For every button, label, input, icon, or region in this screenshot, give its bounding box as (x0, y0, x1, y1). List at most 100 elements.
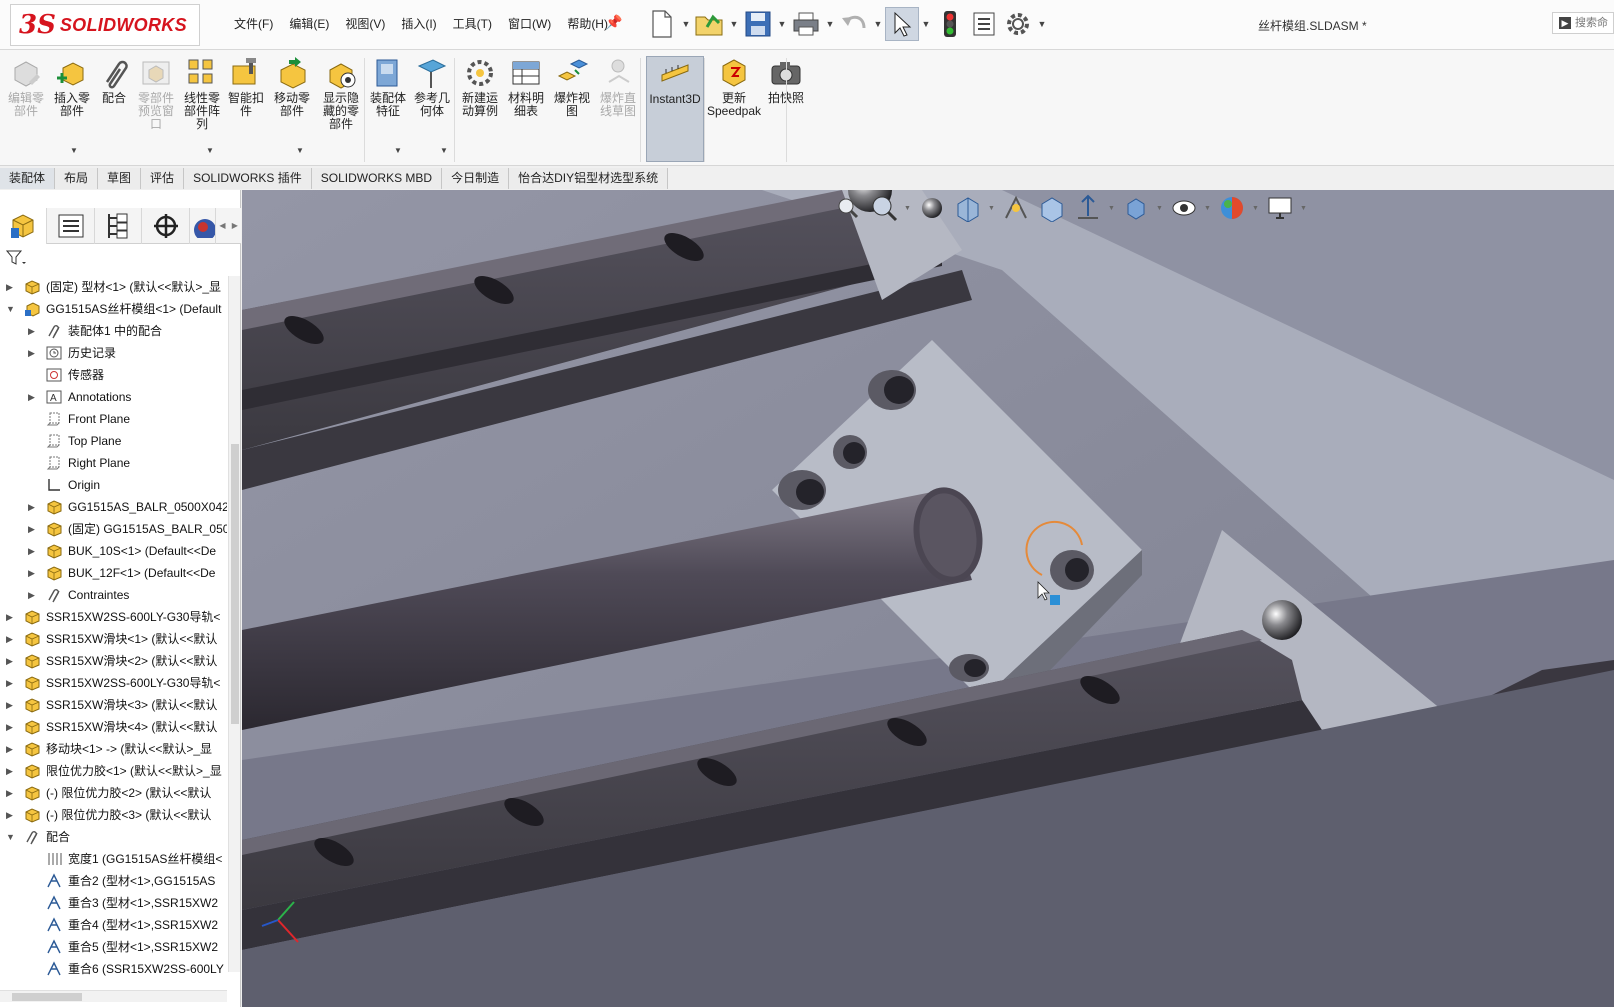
expand-arrow-icon[interactable]: ▶ (6, 760, 16, 782)
tree-node[interactable]: ▶ A Annotations (0, 386, 227, 408)
ribbon-button-edit-component[interactable]: 编辑零 部件 (4, 56, 48, 162)
display-manager-tab[interactable] (190, 208, 217, 244)
dynamic-annotation-icon[interactable] (1000, 192, 1032, 224)
expand-arrow-icon[interactable]: ▶ (6, 628, 16, 650)
tree-node[interactable]: ▶ SSR15XW滑块<4> (默认<<默认 (0, 716, 227, 738)
ribbon-dropdown-arrow[interactable]: ▼ (70, 146, 78, 155)
tree-node[interactable]: ▶ SSR15XW滑块<2> (默认<<默认 (0, 650, 227, 672)
tree-node[interactable]: ▶ 历史记录 (0, 342, 227, 364)
tree-node[interactable]: ▶ BUK_10S<1> (Default<<De (0, 540, 227, 562)
tree-node[interactable]: ▶ (固定) GG1515AS_BALR_050 (0, 518, 227, 540)
tree-node[interactable]: ▼ 配合 (0, 826, 227, 848)
ribbon-button-instant3d[interactable]: Instant3D (646, 56, 704, 162)
ribbon-button-linear-pattern[interactable]: 线性零 部件阵 列 (180, 56, 224, 162)
tree-node[interactable]: Origin (0, 474, 227, 496)
open-icon[interactable] (693, 7, 727, 41)
tree-node[interactable]: 重合4 (型材<1>,SSR15XW2 (0, 914, 227, 936)
expand-arrow-icon[interactable]: ▶ (6, 672, 16, 694)
rebuild-traffic-light-icon[interactable] (933, 7, 967, 41)
zoom-area-icon[interactable] (868, 192, 900, 224)
ribbon-button-exploded-view[interactable]: 爆炸视 图 (552, 56, 592, 162)
ribbon-button-show-hidden-components[interactable]: 显示隐 藏的零 部件 (318, 56, 364, 162)
tree-vertical-scrollbar[interactable] (228, 276, 240, 972)
tree-node[interactable]: 重合6 (SSR15XW2SS-600LY (0, 958, 227, 980)
assembly-3d-view[interactable] (242, 190, 1614, 1007)
ribbon-button-new-motion-study[interactable]: 新建运 动算例 (458, 56, 502, 162)
graphics-area[interactable]: ▼ ▼ ▼ ▼ ▼ ▼ ▼ (242, 190, 1614, 1007)
tree-node[interactable]: ▶ GG1515AS_BALR_0500X042 (0, 496, 227, 518)
hide-show-icon[interactable] (1120, 192, 1152, 224)
view-orientation-icon[interactable] (1036, 192, 1068, 224)
featuremanager-tab[interactable] (0, 208, 48, 244)
tree-node[interactable]: ▶ (固定) 型材<1> (默认<<默认>_显 (0, 276, 227, 298)
tree-node[interactable]: Right Plane (0, 452, 227, 474)
hud-dropdown-arrow[interactable]: ▼ (1108, 205, 1116, 212)
previous-view-icon[interactable] (916, 192, 948, 224)
ribbon-button-component-preview[interactable]: 零部件 预览窗 口 (136, 56, 176, 162)
scrollbar-thumb-horizontal[interactable] (12, 993, 82, 1001)
expand-arrow-icon[interactable]: ▶ (6, 694, 16, 716)
zoom-to-fit-icon[interactable] (832, 192, 864, 224)
ribbon-dropdown-arrow[interactable]: ▼ (206, 146, 214, 155)
scrollbar-thumb[interactable] (231, 444, 239, 724)
tree-node[interactable]: ▶ Contraintes (0, 584, 227, 606)
select-arrow-icon[interactable] (885, 7, 919, 41)
expand-arrow-icon[interactable]: ▶ (28, 320, 38, 342)
ribbon-button-assembly-features[interactable]: 装配体 特征 (368, 56, 408, 162)
menu-window[interactable]: 窗口(W) (500, 15, 559, 33)
ribbon-button-move-component[interactable]: 移动零 部件 (270, 56, 314, 162)
undo-icon[interactable] (837, 7, 871, 41)
ribbon-button-bill-of-materials[interactable]: 材料明 细表 (506, 56, 546, 162)
collapse-arrow-icon[interactable]: ▼ (6, 826, 16, 848)
display-style-icon[interactable] (1072, 192, 1104, 224)
tree-node[interactable]: 重合2 (型材<1>,GG1515AS (0, 870, 227, 892)
expand-arrow-icon[interactable]: ▶ (6, 650, 16, 672)
tree-node[interactable]: ▶ 移动块<1> -> (默认<<默认>_显 (0, 738, 227, 760)
filter-icon[interactable] (5, 250, 26, 269)
ribbon-dropdown-arrow[interactable]: ▼ (440, 146, 448, 155)
tree-node[interactable]: ▼ GG1515AS丝杆模组<1> (Default (0, 298, 227, 320)
open-dropdown[interactable]: ▼ (727, 7, 741, 41)
ribbon-dropdown-arrow[interactable]: ▼ (296, 146, 304, 155)
view-settings-icon[interactable] (1264, 192, 1296, 224)
expand-arrow-icon[interactable]: ▶ (6, 276, 16, 298)
print-icon[interactable] (789, 7, 823, 41)
tree-node[interactable]: 传感器 (0, 364, 227, 386)
undo-dropdown[interactable]: ▼ (871, 7, 885, 41)
menu-edit[interactable]: 编辑(E) (281, 15, 337, 33)
command-tab-0[interactable]: 装配体 (0, 168, 56, 189)
hud-dropdown-arrow[interactable]: ▼ (904, 205, 912, 212)
expand-arrow-icon[interactable]: ▶ (6, 606, 16, 628)
save-dropdown[interactable]: ▼ (775, 7, 789, 41)
hud-dropdown-arrow[interactable]: ▼ (1156, 205, 1164, 212)
expand-arrow-icon[interactable]: ▶ (28, 518, 38, 540)
command-tab-2[interactable]: 草图 (98, 168, 142, 189)
expand-arrow-icon[interactable]: ▶ (28, 540, 38, 562)
solidworks-logo[interactable]: 3S SOLIDWORKS (10, 4, 200, 46)
command-tab-4[interactable]: SOLIDWORKS 插件 (184, 168, 312, 189)
hud-dropdown-arrow[interactable]: ▼ (988, 205, 996, 212)
collapse-arrow-icon[interactable]: ▼ (6, 298, 16, 320)
expand-arrow-icon[interactable]: ▶ (28, 386, 38, 408)
tree-node[interactable]: 重合5 (型材<1>,SSR15XW2 (0, 936, 227, 958)
menu-file[interactable]: 文件(F) (226, 15, 281, 33)
tree-node[interactable]: 重合3 (型材<1>,SSR15XW2 (0, 892, 227, 914)
ribbon-button-speedpak[interactable]: 更新 Speedpak (704, 56, 764, 162)
tree-node[interactable]: Top Plane (0, 430, 227, 452)
new-document-icon[interactable] (645, 7, 679, 41)
tree-node[interactable]: ▶ SSR15XW2SS-600LY-G30导轨< (0, 672, 227, 694)
expand-arrow-icon[interactable]: ▶ (28, 562, 38, 584)
options-dropdown[interactable]: ▼ (1035, 7, 1049, 41)
hud-dropdown-arrow[interactable]: ▼ (1300, 205, 1308, 212)
tree-node[interactable]: 宽度1 (GG1515AS丝杆模组< (0, 848, 227, 870)
hud-dropdown-arrow[interactable]: ▼ (1252, 205, 1260, 212)
tree-horizontal-scrollbar[interactable] (0, 990, 227, 1002)
manager-tabs-scroll[interactable]: ◀ (216, 208, 228, 243)
command-tab-6[interactable]: 今日制造 (442, 168, 510, 189)
print-dropdown[interactable]: ▼ (823, 7, 837, 41)
command-tab-7[interactable]: 怡合达DIY铝型材选型系统 (509, 168, 669, 189)
ribbon-button-mate-paperclip[interactable]: 配合 (96, 56, 132, 162)
select-dropdown[interactable]: ▼ (919, 7, 933, 41)
apply-scene-icon[interactable] (1216, 192, 1248, 224)
tree-node[interactable]: ▶ BUK_12F<1> (Default<<De (0, 562, 227, 584)
